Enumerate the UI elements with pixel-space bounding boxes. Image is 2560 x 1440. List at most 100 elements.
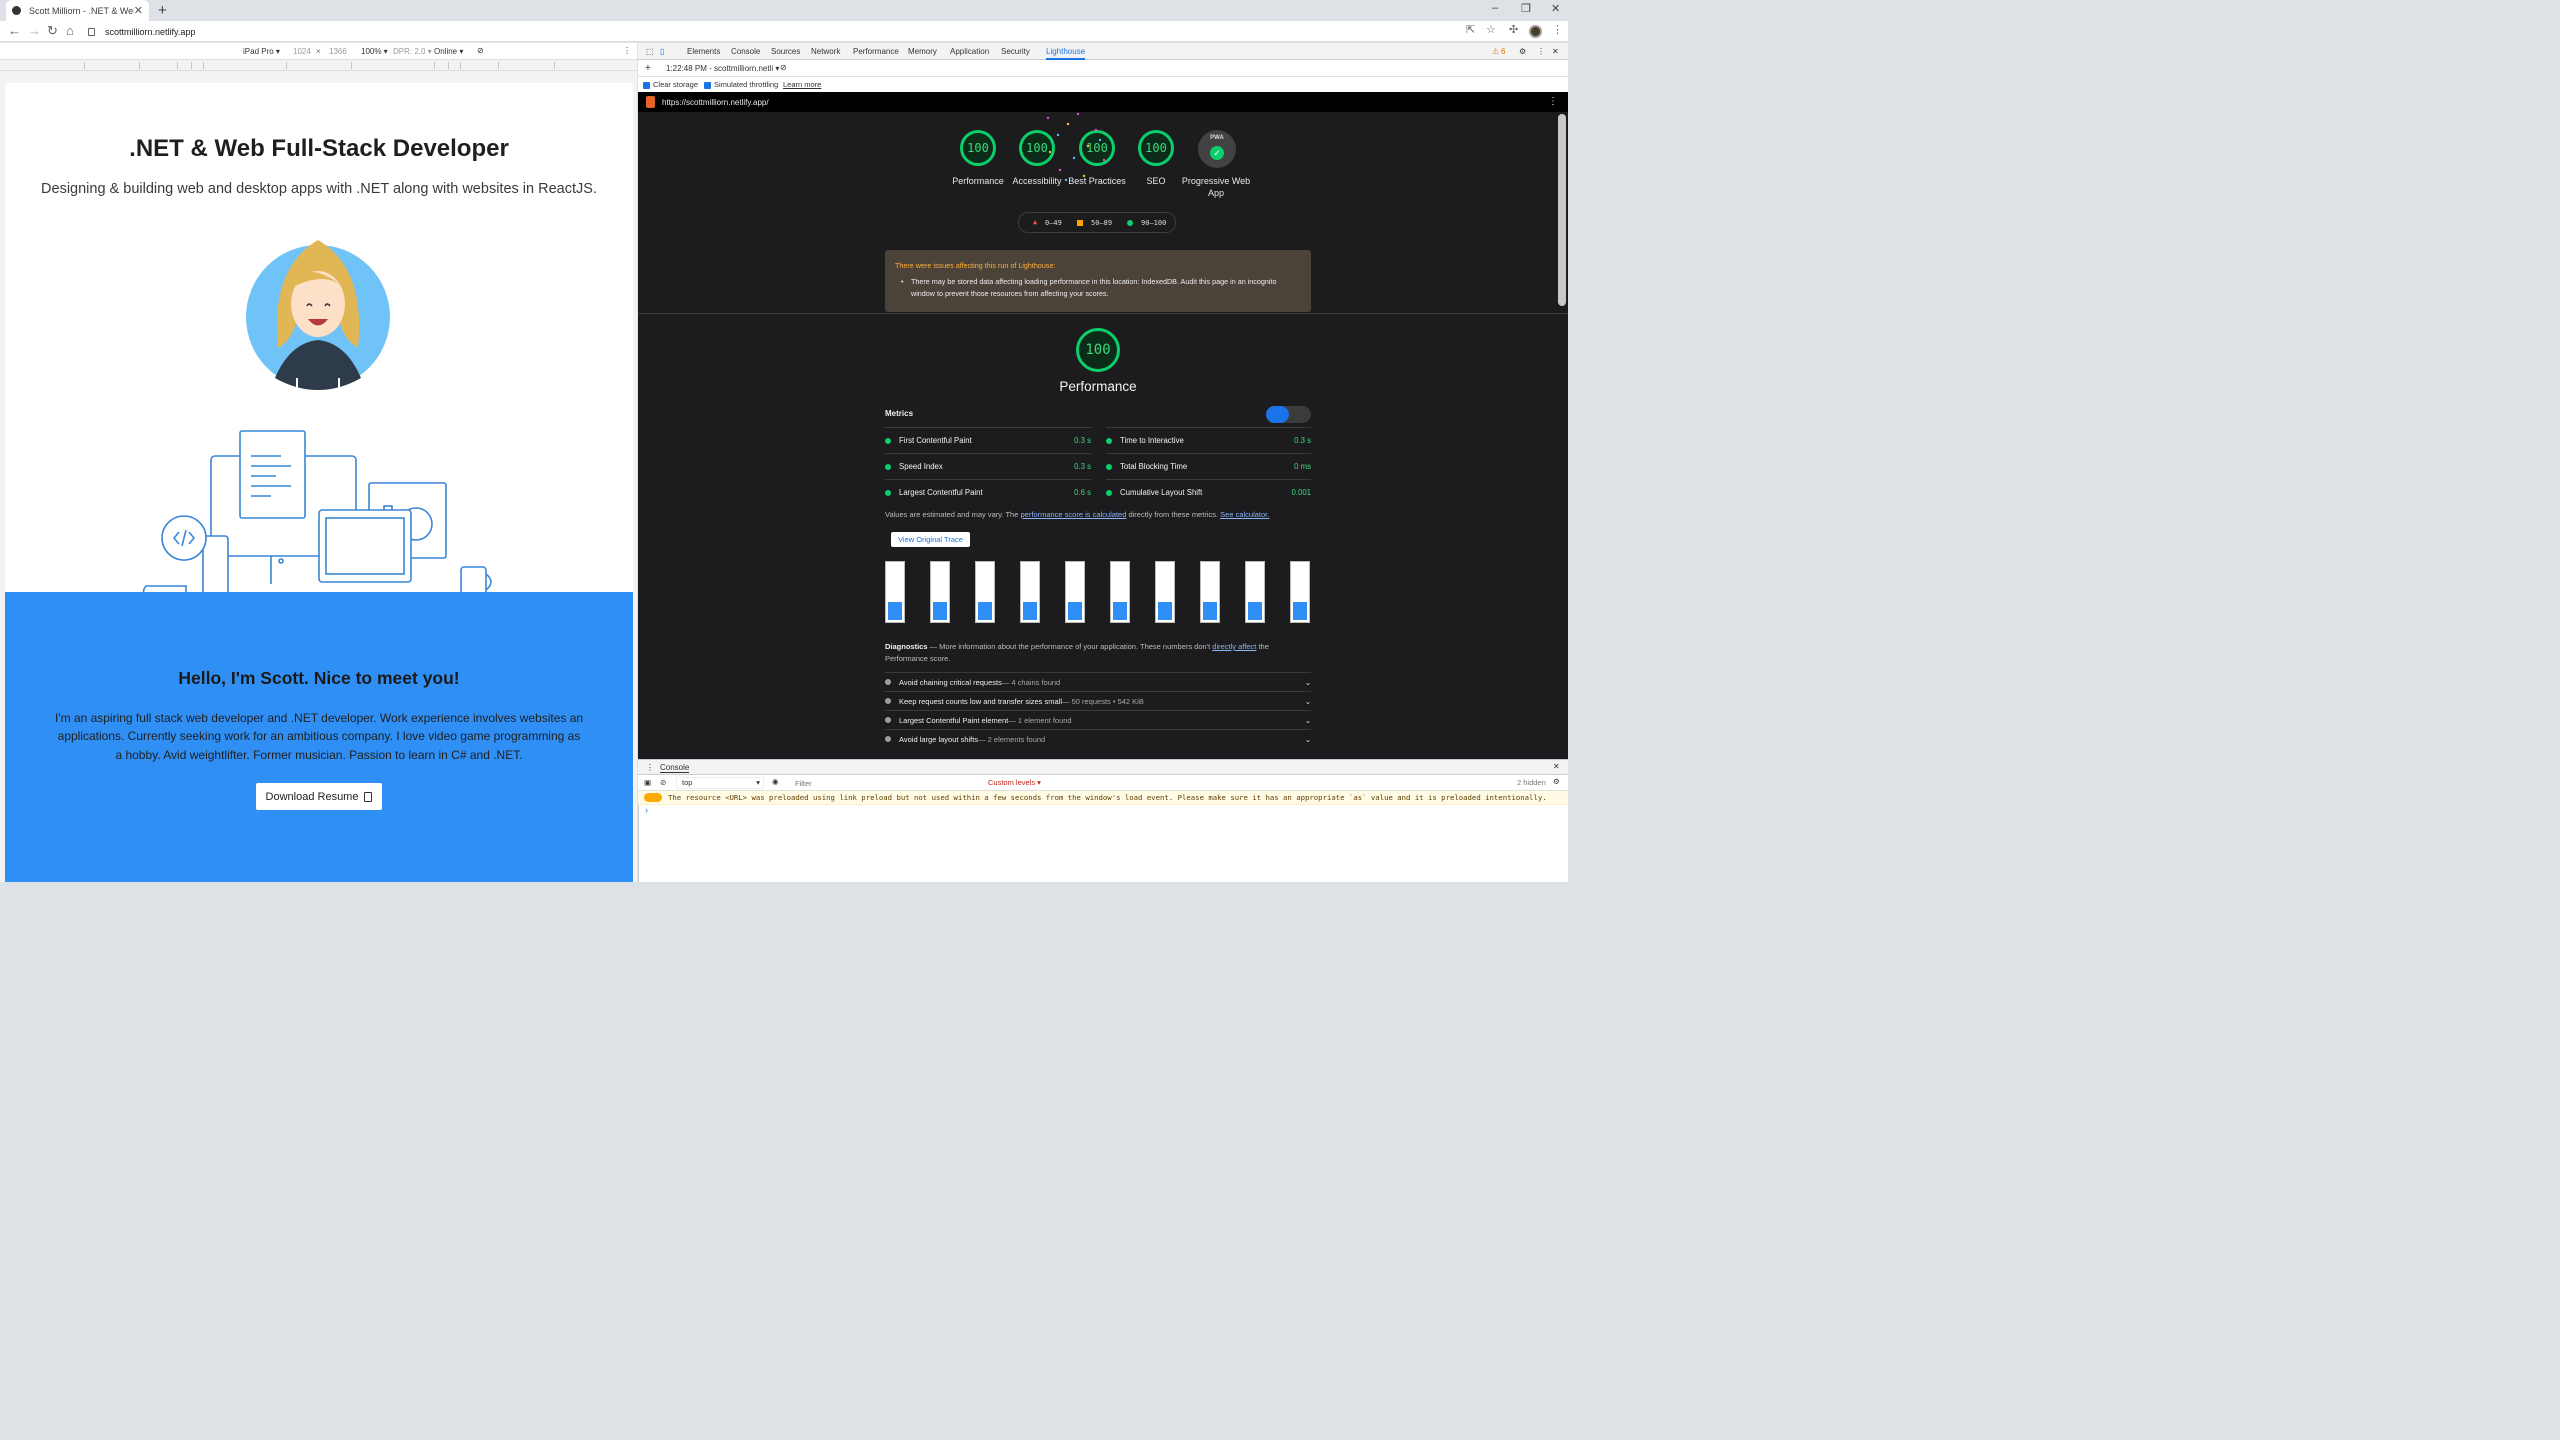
device-more-icon[interactable]: ⋮	[623, 46, 631, 55]
tab-title: Scott Milliorn - .NET & Web Full-	[29, 5, 134, 16]
forward-icon[interactable]: →	[28, 23, 41, 38]
device-select[interactable]: iPad Pro ▾	[243, 47, 280, 56]
warning-icon[interactable]: ⚠	[1492, 47, 1499, 56]
console-drawer-tab[interactable]: Console	[660, 763, 690, 773]
metric-value: 0.3 s	[1074, 462, 1091, 471]
tab-lighthouse[interactable]: Lighthouse	[1046, 47, 1086, 60]
pwa-badge-text: PWA	[1210, 135, 1224, 141]
tab-application[interactable]: Application	[950, 47, 989, 56]
drawer-close-icon[interactable]: ✕	[1553, 762, 1560, 771]
fireworks-decoration	[1046, 112, 1106, 182]
browser-menu-icon[interactable]: ⋮	[1552, 23, 1563, 36]
audit-row[interactable]: Avoid chaining critical requests — 4 cha…	[885, 672, 1311, 691]
network-select[interactable]: Online ▾	[434, 47, 463, 56]
calculator-link[interactable]: See calculator.	[1220, 510, 1269, 519]
audit-row[interactable]: Avoid large layout shifts — 2 elements f…	[885, 729, 1311, 748]
metrics-heading: Metrics	[885, 409, 914, 418]
context-select[interactable]: top ▾	[676, 777, 764, 789]
restore-button[interactable]: ❐	[1521, 2, 1531, 15]
zoom-select[interactable]: 100% ▾	[361, 47, 388, 56]
clear-report-icon[interactable]: ⊘	[780, 63, 787, 72]
drawer-menu-icon[interactable]: ⋮	[646, 763, 654, 772]
bookmark-star-icon[interactable]: ☆	[1486, 23, 1496, 36]
new-tab-button[interactable]: +	[158, 2, 167, 19]
audit-row[interactable]: Keep request counts low and transfer siz…	[885, 691, 1311, 710]
directly-affect-link[interactable]: directly affect	[1212, 642, 1256, 651]
rotate-icon[interactable]: ⊘	[477, 46, 484, 55]
sidebar-toggle-icon[interactable]: ▣	[644, 778, 651, 787]
device-mode-icon[interactable]: ▯	[660, 47, 664, 56]
diagnostics-text: — More information about the performance…	[927, 642, 1213, 651]
share-icon[interactable]: ⇱	[1466, 23, 1475, 36]
download-resume-button[interactable]: Download Resume	[256, 783, 382, 810]
tab-close-icon[interactable]: ✕	[134, 4, 143, 17]
tab-network[interactable]: Network	[811, 47, 840, 56]
console-filter-input[interactable]	[792, 777, 982, 789]
view-original-trace-button[interactable]: View Original Trace	[891, 532, 970, 547]
window-close-button[interactable]: ✕	[1551, 2, 1560, 15]
metrics-view-toggle[interactable]	[1266, 406, 1311, 423]
info-dot-icon	[885, 717, 891, 723]
live-expression-eye-icon[interactable]: ◉	[772, 777, 779, 786]
audit-row[interactable]: Largest Contentful Paint element — 1 ele…	[885, 710, 1311, 729]
reload-icon[interactable]: ↻	[47, 23, 58, 39]
address-bar[interactable]: scottmilliorn.netlify.app	[88, 24, 1498, 40]
avatar-illustration	[246, 240, 390, 390]
report-menu-icon[interactable]: ⋮	[1548, 96, 1558, 107]
audit-name: Avoid chaining critical requests	[899, 677, 1002, 687]
console-settings-gear-icon[interactable]: ⚙	[1553, 777, 1560, 786]
gauge-performance-score: 100	[960, 130, 996, 166]
throttling-checkbox[interactable]: Simulated throttling	[704, 80, 778, 89]
metric-tti: Time to Interactive 0.3 s	[1106, 427, 1311, 453]
tab-sources[interactable]: Sources	[771, 47, 800, 56]
devtools-close-icon[interactable]: ✕	[1552, 47, 1559, 56]
tab-performance[interactable]: Performance	[853, 47, 899, 56]
score-legend: ▲ 0–49 50–89 90–100	[1018, 212, 1176, 233]
chevron-down-icon[interactable]: ⌄	[1305, 697, 1311, 706]
resume-button-label: Download Resume	[265, 790, 359, 803]
warning-count[interactable]: 6	[1501, 47, 1505, 56]
height-input[interactable]: 1366	[329, 47, 347, 56]
report-select[interactable]: 1:22:48 PM - scottmilliorn.netli ▾	[666, 64, 779, 73]
pass-dot-icon	[1106, 463, 1112, 470]
learn-more-link[interactable]: Learn more	[783, 80, 821, 89]
devtools-more-icon[interactable]: ⋮	[1537, 47, 1545, 56]
average-square-icon	[1077, 220, 1083, 226]
report-url[interactable]: https://scottmilliorn.netlify.app/	[662, 98, 769, 107]
back-icon[interactable]: ←	[8, 23, 21, 38]
lighthouse-logo-icon	[646, 96, 655, 108]
minimize-button[interactable]: –	[1492, 2, 1498, 14]
clear-storage-checkbox[interactable]: Clear storage	[643, 80, 698, 89]
width-input[interactable]: 1024	[293, 47, 311, 56]
metric-name: Largest Contentful Paint	[899, 488, 983, 497]
media-query-ruler[interactable]	[0, 60, 637, 71]
tab-console[interactable]: Console	[731, 47, 760, 56]
settings-gear-icon[interactable]: ⚙	[1519, 47, 1526, 56]
tab-elements[interactable]: Elements	[687, 47, 720, 56]
inspect-icon[interactable]: ⬚	[646, 47, 654, 56]
score-calculated-link[interactable]: performance score is calculated	[1020, 510, 1126, 519]
performance-gauge-large: 100	[1076, 328, 1120, 372]
info-dot-icon	[885, 698, 891, 704]
new-report-button[interactable]: +	[645, 63, 651, 74]
extensions-icon[interactable]: ✣	[1509, 23, 1518, 36]
tab-security[interactable]: Security	[1001, 47, 1030, 56]
pwa-badge-icon: PWA ✓	[1198, 130, 1236, 168]
report-scrollbar[interactable]	[1558, 114, 1566, 306]
profile-avatar[interactable]	[1529, 25, 1542, 38]
dpr-select[interactable]: DPR: 2.0 ▾	[393, 47, 432, 56]
console-prompt[interactable]: ›	[645, 805, 648, 815]
home-icon[interactable]: ⌂	[66, 23, 74, 38]
lighthouse-options: Clear storage Simulated throttling Learn…	[638, 77, 1568, 92]
browser-tab[interactable]: Scott Milliorn - .NET & Web Full- ✕	[6, 0, 149, 21]
hidden-count: 2 hidden	[1517, 778, 1546, 787]
chevron-down-icon[interactable]: ⌄	[1305, 735, 1311, 744]
note-prefix: Values are estimated and may vary. The	[885, 510, 1021, 519]
diagnostics-intro: Diagnostics — More information about the…	[885, 641, 1311, 665]
chevron-down-icon[interactable]: ⌄	[1305, 678, 1311, 687]
chevron-down-icon[interactable]: ⌄	[1305, 716, 1311, 725]
log-levels-select[interactable]: Custom levels ▾	[988, 778, 1041, 787]
tab-memory[interactable]: Memory	[908, 47, 937, 56]
gauge-seo-score: 100	[1138, 130, 1174, 166]
clear-console-icon[interactable]: ⊘	[660, 778, 666, 787]
